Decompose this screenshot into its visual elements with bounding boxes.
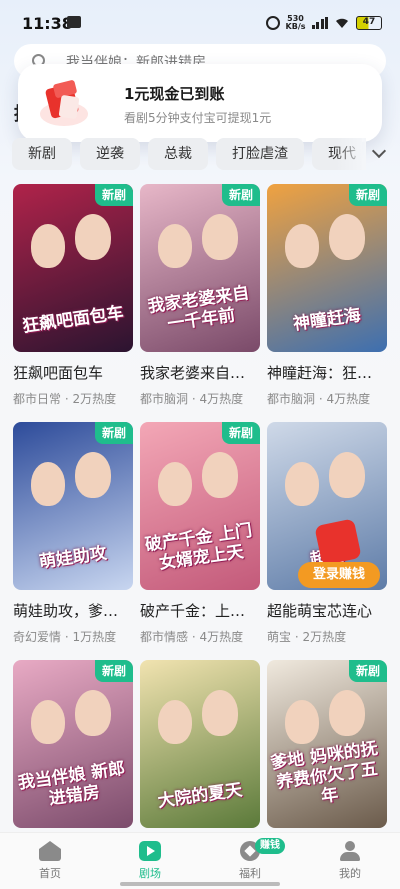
drama-meta: 都市日常 · 2万热度 <box>13 392 117 406</box>
drama-heat: 4万热度 <box>326 392 371 406</box>
new-drama-badge: 新剧 <box>349 660 387 682</box>
earn-badge: 赚钱 <box>255 838 285 854</box>
home-icon <box>39 841 61 861</box>
nav-label: 我的 <box>339 867 361 880</box>
drama-heat: 4万热度 <box>199 630 244 644</box>
status-bar: 11:38 530 KB/s 47 <box>0 0 400 44</box>
alarm-icon <box>265 16 280 30</box>
drama-card[interactable]: 我当伴娘 新郎进错房 新剧 <box>13 660 133 835</box>
drama-genre: 都市日常 <box>13 392 62 406</box>
drama-poster[interactable]: 神瞳赶海 新剧 <box>267 184 387 352</box>
drama-card[interactable]: 萌娃助攻新剧萌娃助攻，爹地快追妈咪奇幻爱情 · 1万热度 <box>13 422 133 660</box>
nav-item-welfare[interactable]: 福利 赚钱 <box>200 833 300 889</box>
drama-poster[interactable]: 破产千金 上门女婿宠上天 新剧 <box>140 422 260 590</box>
drama-genre: 都市情感 <box>140 630 189 644</box>
drama-heat: 2万热度 <box>72 392 117 406</box>
genre-chip[interactable]: 打脸虐渣 <box>216 138 304 170</box>
drama-poster[interactable]: 大院的夏天 <box>140 660 260 828</box>
drama-heat: 1万热度 <box>72 630 117 644</box>
drama-title[interactable]: 神瞳赶海：狂揽海洋海量资源 <box>267 362 387 383</box>
drama-title[interactable]: 破产千金：上门女婿宠上天 <box>140 600 260 621</box>
nav-label: 剧场 <box>139 867 161 880</box>
genre-chip[interactable]: 新剧 <box>12 138 72 170</box>
drama-card[interactable]: 爹地 妈咪的抚养费你欠了五年 新剧 <box>267 660 387 835</box>
bottom-nav: 首页 剧场 福利 赚钱 我的 <box>0 832 400 889</box>
login-earn-button[interactable]: 登录赚钱 <box>298 562 380 588</box>
nav-item-home[interactable]: 首页 <box>0 833 100 889</box>
theater-play-icon <box>139 841 161 861</box>
drama-card[interactable]: 狂飙吧面包车 新剧狂飙吧面包车都市日常 · 2万热度 <box>13 184 133 422</box>
drama-title[interactable]: 萌娃助攻，爹地快追妈咪 <box>13 600 133 621</box>
drama-genre: 都市脑洞 <box>140 392 189 406</box>
drama-meta: 都市脑洞 · 4万热度 <box>267 392 371 406</box>
status-icons: 530 KB/s 47 <box>265 13 382 33</box>
drama-title[interactable]: 超能萌宝芯连心 <box>267 600 387 621</box>
new-drama-badge: 新剧 <box>222 184 260 206</box>
battery-icon: 47 <box>356 16 382 30</box>
drama-poster[interactable]: 狂飙吧面包车 新剧 <box>13 184 133 352</box>
nav-label: 首页 <box>39 867 61 880</box>
drama-title[interactable]: 狂飙吧面包车 <box>13 362 133 383</box>
drama-genre: 都市脑洞 <box>267 392 316 406</box>
drama-card[interactable]: 神瞳赶海新剧神瞳赶海：狂揽海洋海量资源都市脑洞 · 4万热度 <box>267 184 387 422</box>
toast-subtitle: 看剧5分钟支付宝可提现1元 <box>124 111 272 125</box>
status-time: 11:38 <box>22 14 73 33</box>
new-drama-badge: 新剧 <box>222 422 260 444</box>
red-envelope-float-icon[interactable] <box>314 518 362 566</box>
drama-card[interactable]: 破产千金 上门女婿宠上天新剧破产千金：上门女婿宠上天都市情感 · 4万热度 <box>140 422 260 660</box>
drama-poster[interactable]: 我家老婆来自一千年前 新剧 <box>140 184 260 352</box>
red-envelope-icon <box>40 80 88 126</box>
wifi-icon <box>336 18 348 28</box>
toast-title: 1元现金已到账 <box>124 85 225 103</box>
drama-meta: 都市情感 · 4万热度 <box>140 630 244 644</box>
drama-meta: 萌宝 · 2万热度 <box>267 630 347 644</box>
nav-item-theater[interactable]: 剧场 <box>100 833 200 889</box>
drama-grid: 狂飙吧面包车 新剧 狂飙吧面包车 都市日常 · 2万热度 我家老婆来自一千年前 新剧 我家老… <box>13 184 387 835</box>
new-drama-badge: 新剧 <box>95 184 133 206</box>
drama-genre: 奇幻爱情 <box>13 630 62 644</box>
new-drama-badge: 新剧 <box>95 660 133 682</box>
home-indicator <box>120 882 280 886</box>
drama-heat: 4万热度 <box>199 392 244 406</box>
genre-chips: 新剧逆袭总裁打脸虐渣现代 <box>12 138 362 170</box>
signal-icon <box>311 17 328 29</box>
chevron-down-icon[interactable] <box>371 143 387 159</box>
nav-label: 福利 <box>239 867 261 880</box>
new-drama-badge: 新剧 <box>95 422 133 444</box>
net-speed: 530 KB/s <box>285 14 306 31</box>
drama-genre: 萌宝 <box>267 630 292 644</box>
user-icon <box>339 841 361 861</box>
cash-received-toast[interactable]: 1元现金已到账 看剧5分钟支付宝可提现1元 <box>18 64 382 142</box>
drama-title[interactable]: 我家老婆来自一千年前 <box>140 362 260 383</box>
nav-item-mine[interactable]: 我的 <box>300 833 400 889</box>
drama-meta: 奇幻爱情 · 1万热度 <box>13 630 117 644</box>
genre-chip[interactable]: 逆袭 <box>80 138 140 170</box>
drama-card[interactable]: 大院的夏天 <box>140 660 260 835</box>
drama-poster[interactable]: 我当伴娘 新郎进错房 新剧 <box>13 660 133 828</box>
drama-poster[interactable]: 萌娃助攻 新剧 <box>13 422 133 590</box>
drama-heat: 2万热度 <box>302 630 347 644</box>
gallery-notification-icon <box>67 16 81 28</box>
drama-card[interactable]: 我家老婆来自一千年前新剧我家老婆来自一千年前都市脑洞 · 4万热度 <box>140 184 260 422</box>
new-drama-badge: 新剧 <box>349 184 387 206</box>
drama-meta: 都市脑洞 · 4万热度 <box>140 392 244 406</box>
genre-chip[interactable]: 总裁 <box>148 138 208 170</box>
drama-poster[interactable]: 爹地 妈咪的抚养费你欠了五年 新剧 <box>267 660 387 828</box>
